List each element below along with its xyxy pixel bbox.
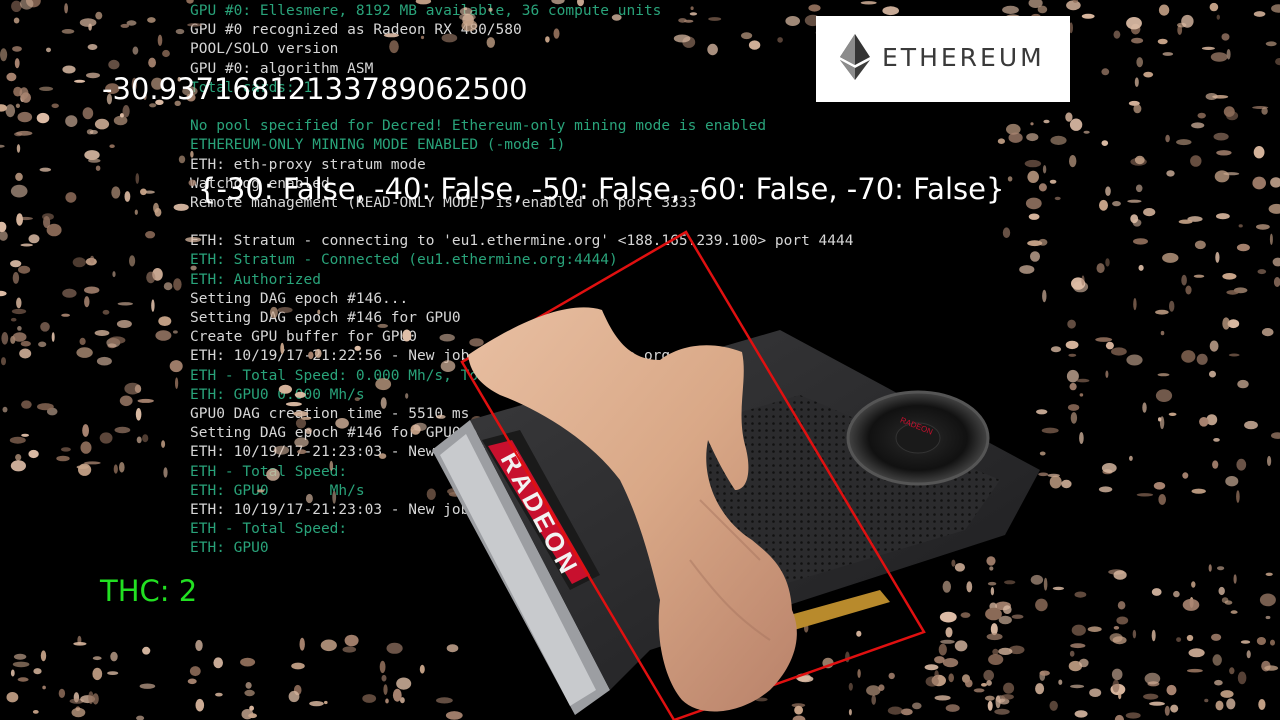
forearm bbox=[468, 307, 797, 712]
threshold-dict-readout: {-30: False, -40: False, -50: False, -60… bbox=[198, 172, 1005, 206]
hand-arm-image bbox=[468, 307, 797, 712]
angle-readout: -30.93716812133789062500 bbox=[102, 72, 528, 106]
ethereum-wordmark: ETHEREUM bbox=[882, 43, 1045, 72]
ethereum-logo: ETHEREUM bbox=[816, 16, 1070, 102]
webcam-composite-frame: GPU #0: Ellesmere, 8192 MB available, 36… bbox=[0, 0, 1280, 720]
ethereum-diamond-icon bbox=[840, 34, 870, 80]
thc-counter: THC: 2 bbox=[100, 574, 198, 608]
